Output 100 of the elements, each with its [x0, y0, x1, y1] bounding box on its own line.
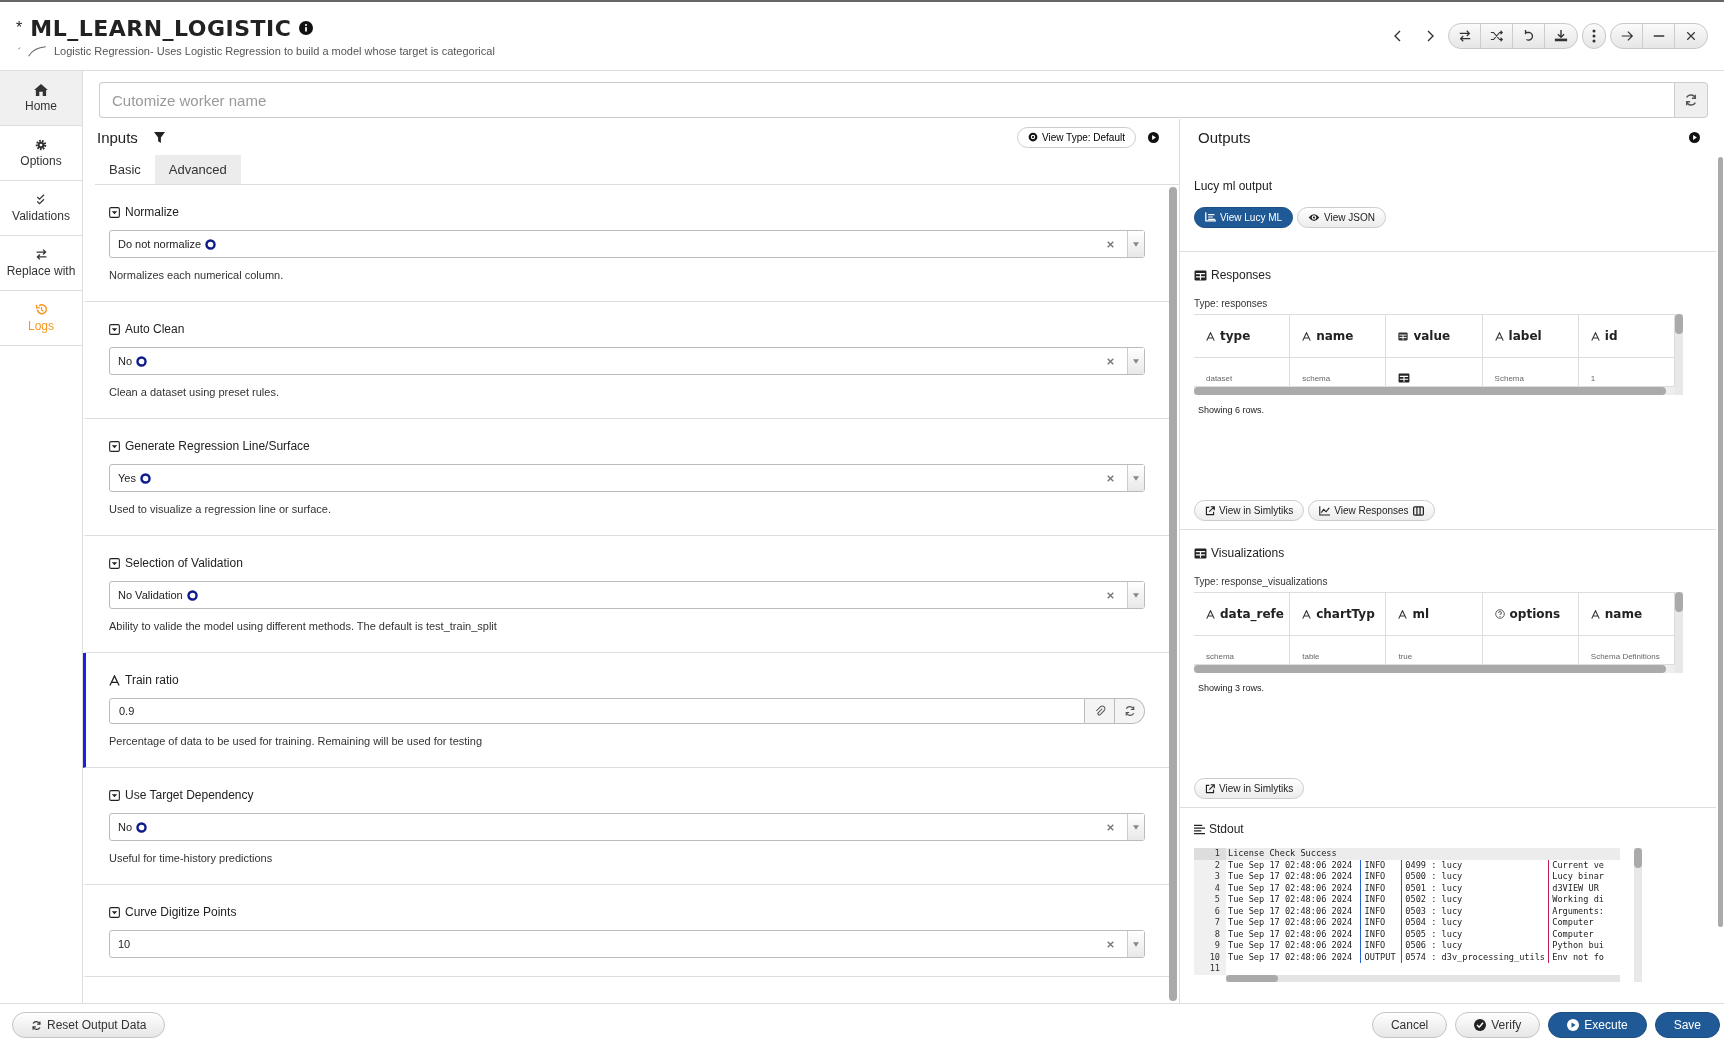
clear-icon[interactable] — [1107, 240, 1114, 248]
action-button[interactable]: Cancel — [1371, 1012, 1448, 1038]
clear-icon[interactable] — [1107, 940, 1114, 948]
sidebar-label: Validations — [12, 208, 70, 223]
collapse-icon[interactable] — [109, 206, 120, 218]
columns-icon — [1412, 505, 1424, 516]
log-source: 0503 : lucy — [1400, 905, 1548, 917]
clear-icon[interactable] — [1107, 474, 1114, 482]
column-header[interactable]: type — [1194, 315, 1291, 357]
link-button[interactable]: View in Simlytiks — [1194, 778, 1305, 799]
scrollbar[interactable] — [1718, 157, 1723, 927]
view-button[interactable]: View Lucy ML — [1194, 206, 1294, 228]
link-button[interactable]: View Responses — [1308, 500, 1435, 521]
link-button[interactable]: View in Simlytiks — [1194, 500, 1305, 521]
collapse-icon[interactable] — [109, 557, 120, 569]
log-message: Python bui — [1547, 940, 1604, 952]
field-label: Train ratio — [125, 673, 179, 687]
scrollbar[interactable] — [1194, 665, 1666, 673]
line-chart-icon — [1319, 505, 1331, 516]
sidebar-item[interactable]: Replace with — [0, 236, 82, 291]
refresh-button[interactable] — [1115, 698, 1145, 724]
tab[interactable]: Advanced — [154, 155, 241, 184]
sidebar-item[interactable]: Options — [0, 126, 82, 181]
scrollbar[interactable] — [1169, 187, 1177, 1001]
chevron-right-icon[interactable] — [1425, 29, 1435, 43]
log-time: Tue Sep 17 02:48:06 2024 — [1228, 894, 1354, 906]
action-button[interactable]: Execute — [1548, 1012, 1647, 1038]
select-field[interactable]: No Validation — [109, 581, 1145, 609]
column-header[interactable]: name — [1290, 315, 1387, 357]
refresh-icon — [1123, 705, 1136, 717]
text-field[interactable]: 0.9 — [109, 698, 1085, 724]
text-type-icon — [1302, 609, 1312, 619]
select-field[interactable]: 10 — [109, 930, 1145, 958]
clear-icon[interactable] — [1107, 823, 1114, 831]
table-cell: schema — [1302, 374, 1331, 383]
column-header[interactable]: label — [1482, 315, 1579, 357]
view-type-button[interactable]: View Type: Default — [1017, 126, 1136, 148]
line-number: 5 — [1194, 894, 1226, 906]
sidebar-item[interactable]: Home — [0, 71, 82, 126]
text-type-icon — [109, 674, 120, 686]
double-check-icon — [35, 193, 47, 206]
log-message: Arguments: — [1547, 905, 1604, 917]
collapse-icon[interactable] — [109, 323, 120, 335]
filter-icon[interactable] — [153, 131, 165, 143]
info-icon[interactable] — [299, 21, 314, 35]
field-label: Auto Clean — [125, 322, 185, 336]
field-description: Normalizes each numerical column. — [109, 268, 285, 283]
scrollbar[interactable] — [1226, 974, 1278, 982]
log-source: 0500 : lucy — [1400, 871, 1548, 883]
view-button[interactable]: View JSON — [1297, 206, 1387, 228]
table-cell: Schema Definitions — [1590, 652, 1660, 661]
sidebar-label: Replace with — [6, 264, 76, 278]
refresh-icon — [31, 1019, 42, 1031]
caret-icon — [1133, 241, 1139, 247]
sidebar-item[interactable]: Validations — [0, 181, 82, 236]
reset-output-button[interactable]: Reset Output Data — [12, 1012, 166, 1038]
log-time: Tue Sep 17 02:48:06 2024 — [1228, 859, 1354, 871]
clear-icon[interactable] — [1107, 591, 1114, 599]
worker-name-field[interactable]: Cutomize worker name — [99, 82, 1674, 118]
table-icon — [1194, 547, 1207, 559]
log-level: INFO — [1359, 871, 1401, 883]
column-header[interactable]: ml — [1386, 593, 1483, 635]
line-number: 3 — [1194, 871, 1226, 883]
question-icon — [1494, 609, 1505, 619]
attach-button[interactable] — [1085, 698, 1115, 724]
select-field[interactable]: No — [109, 347, 1145, 375]
collapse-icon[interactable] — [109, 440, 120, 452]
text-type-icon — [1302, 331, 1312, 341]
collapse-icon[interactable] — [109, 789, 120, 801]
play-icon[interactable] — [1148, 131, 1159, 143]
scrollbar[interactable] — [1194, 387, 1666, 395]
clear-icon[interactable] — [1107, 357, 1114, 365]
play-icon[interactable] — [1689, 131, 1700, 143]
text-type-icon — [1398, 609, 1408, 619]
scrollbar[interactable] — [1675, 592, 1683, 612]
action-button[interactable]: Save — [1654, 1012, 1720, 1038]
field-label: Use Target Dependency — [125, 788, 254, 802]
scrollbar[interactable] — [1675, 314, 1683, 334]
row-count: Showing 6 rows. — [1198, 405, 1266, 415]
collapse-icon[interactable] — [109, 906, 120, 918]
table-icon[interactable] — [1398, 373, 1411, 383]
action-button[interactable]: Verify — [1455, 1012, 1541, 1038]
column-header[interactable]: value — [1386, 315, 1483, 357]
log-time: Tue Sep 17 02:48:06 2024 — [1228, 905, 1354, 917]
shuffle-icon — [1489, 29, 1504, 43]
column-header[interactable]: options — [1482, 593, 1579, 635]
column-header[interactable]: chartTyp — [1290, 593, 1387, 635]
field-label: Generate Regression Line/Surface — [125, 439, 310, 453]
select-field[interactable]: Do not normalize — [109, 230, 1145, 258]
check-circle-icon — [1474, 1019, 1487, 1031]
history-icon — [34, 303, 48, 316]
column-header[interactable]: data_refe — [1194, 593, 1291, 635]
refresh-button[interactable] — [1674, 82, 1708, 118]
worker-description: Logistic Regression- Uses Logistic Regression to build a model whose target is categorical — [54, 44, 495, 57]
chevron-left-icon[interactable] — [1393, 29, 1403, 43]
scrollbar[interactable] — [1634, 848, 1642, 868]
select-field[interactable]: No — [109, 813, 1145, 841]
tab[interactable]: Basic — [95, 155, 155, 184]
select-field[interactable]: Yes — [109, 464, 1145, 492]
paperclip-icon — [1093, 705, 1106, 717]
